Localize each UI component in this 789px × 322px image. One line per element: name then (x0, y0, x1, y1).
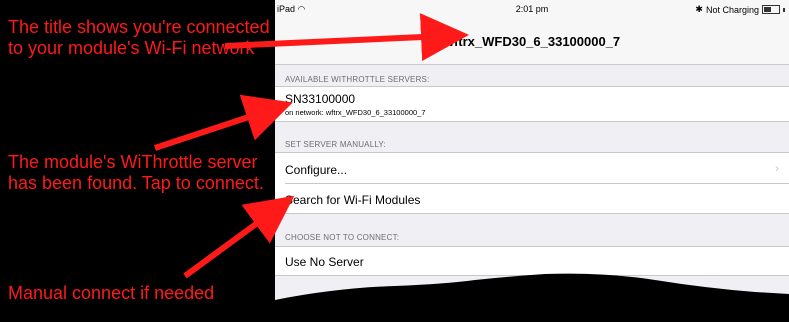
battery-status: Not Charging (705, 4, 759, 15)
search-wifi-modules-label[interactable]: Search for Wi-Fi Modules (285, 193, 420, 207)
bluetooth-icon: ✱ (695, 4, 703, 14)
annotation-found-note: The module's WiThrottle server has been … (8, 152, 264, 193)
section-header-no-connect: CHOOSE NOT TO CONNECT: (285, 233, 400, 242)
ipad-screen: iPad ◠ 2:01 pm ✱ Not Charging wftrx_WFD3… (275, 0, 789, 322)
server-cell[interactable]: SN33100000 on network: wftrx_WFD30_6_331… (275, 86, 789, 122)
annotation-title-note: The title shows you're connected to your… (8, 17, 270, 58)
use-no-server-label: Use No Server (285, 255, 364, 269)
status-bar: iPad ◠ 2:01 pm ✱ Not Charging (275, 0, 789, 20)
chevron-right-icon: › (775, 161, 779, 175)
nav-bar: wftrx_WFD30_6_33100000_7 (275, 20, 789, 65)
arrow-to-server (154, 94, 293, 151)
arrow-to-manual (183, 195, 295, 279)
battery-tip (783, 7, 785, 12)
status-right: ✱ Not Charging (695, 4, 785, 15)
section-header-manual: SET SERVER MANUALLY: (285, 140, 386, 149)
section-header-available: AVAILABLE WITHROTTLE SERVERS: (285, 75, 430, 84)
nav-title: wftrx_WFD30_6_33100000_7 (443, 34, 621, 49)
server-name: SN33100000 (285, 92, 356, 106)
manual-group: Configure... › Search for Wi-Fi Modules (275, 152, 789, 214)
server-network: on network: wftrx_WFD30_6_33100000_7 (285, 108, 426, 117)
battery-icon (762, 5, 780, 14)
cell-separator (285, 183, 789, 184)
device-edge-shape (275, 273, 789, 322)
configure-label[interactable]: Configure... (285, 163, 347, 177)
annotation-manual-note: Manual connect if needed (8, 283, 215, 303)
